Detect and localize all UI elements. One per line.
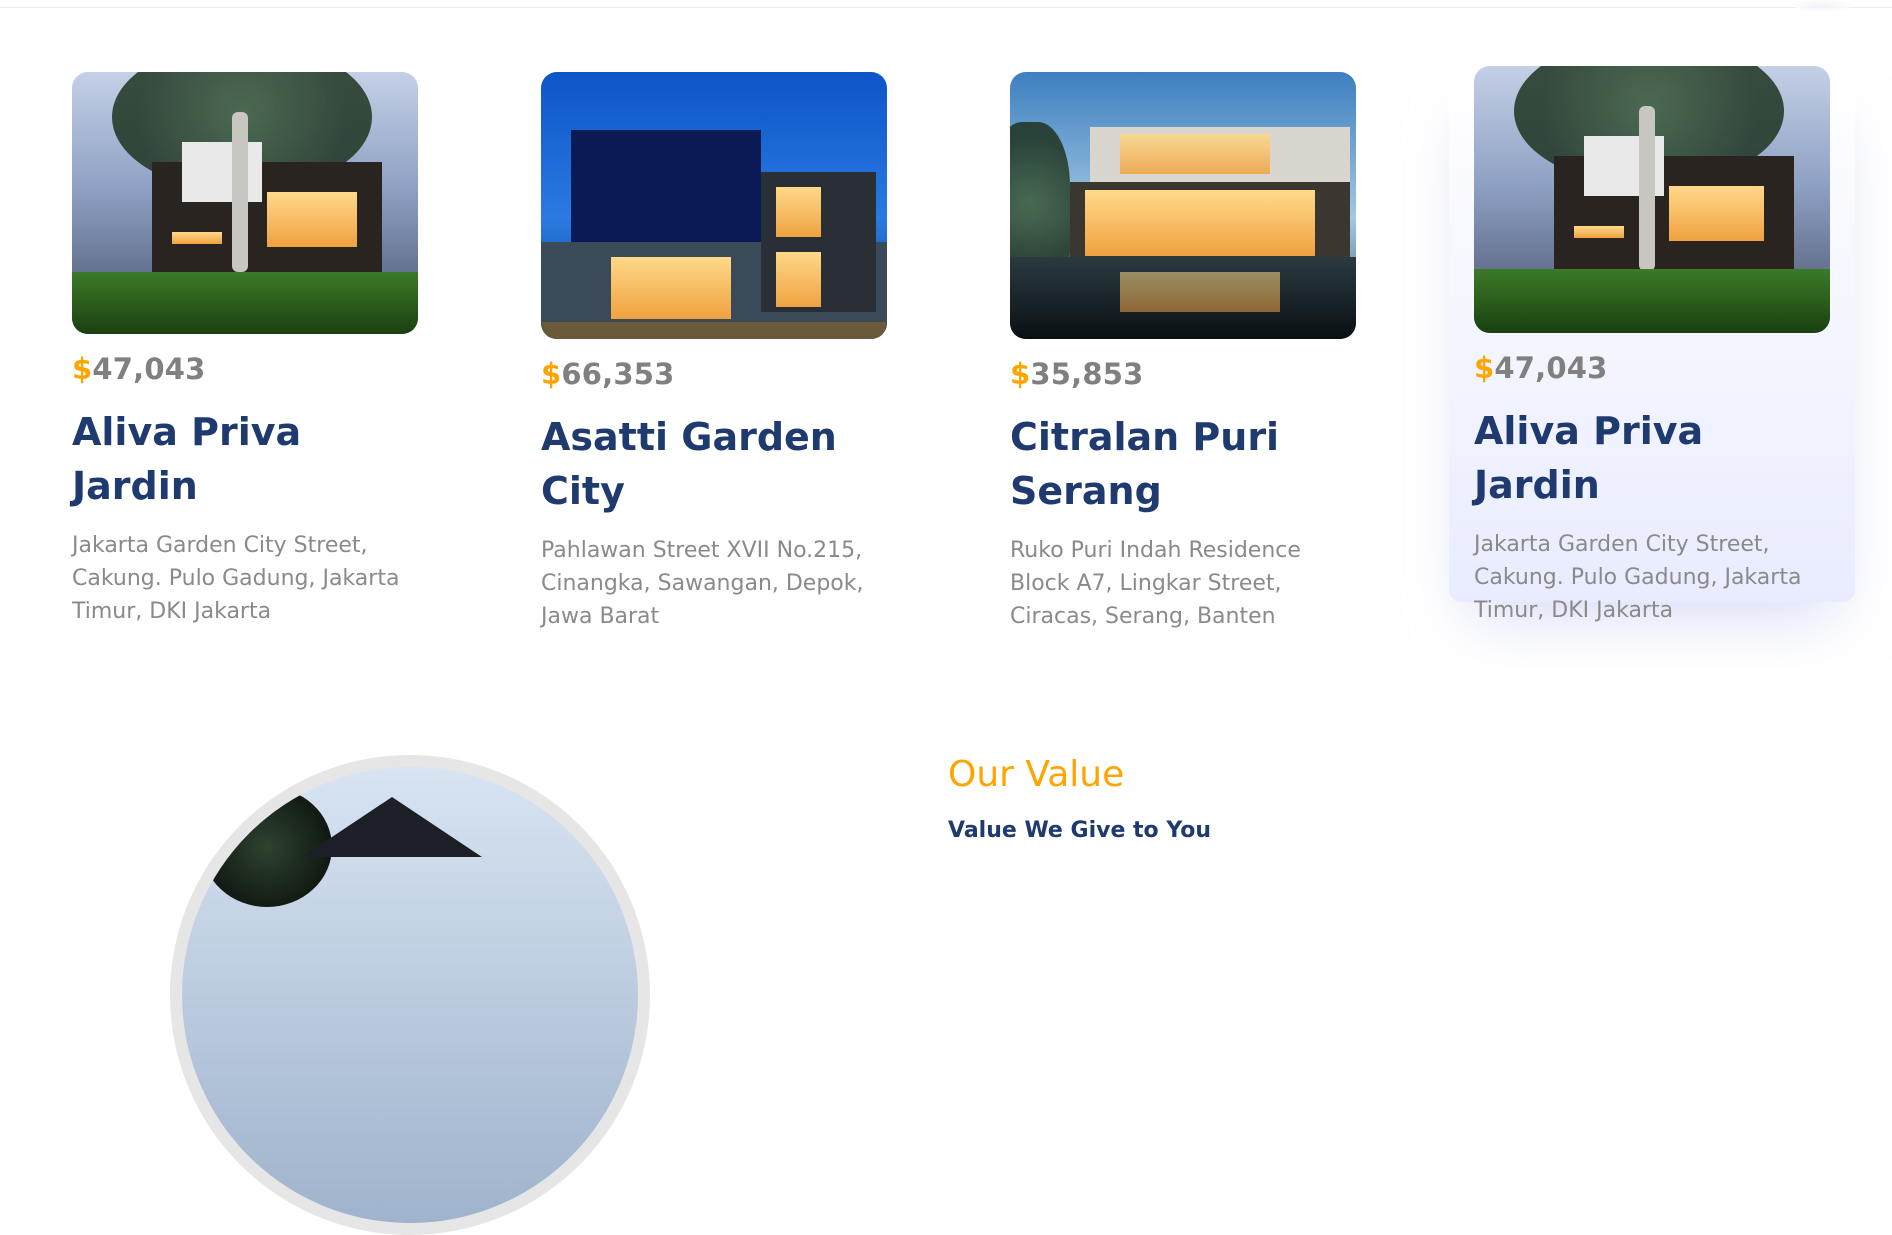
residence-card-highlighted[interactable]: $47,043 Aliva Priva Jardin Jakarta Garde… <box>1449 66 1855 623</box>
currency-symbol: $ <box>1474 351 1495 385</box>
residence-address: Ruko Puri Indah Residence Block A7, Ling… <box>1010 537 1301 629</box>
residence-card[interactable]: $66,353 Asatti Garden City Pahlawan Stre… <box>541 72 889 633</box>
residence-image <box>541 72 887 339</box>
residence-title[interactable]: Aliva Priva Jardin <box>1474 404 1830 512</box>
header-divider <box>0 7 1892 8</box>
residence-title[interactable]: Asatti Garden City <box>541 410 889 518</box>
price-value: 35,853 <box>1030 357 1144 391</box>
residence-title[interactable]: Aliva Priva Jardin <box>72 405 420 513</box>
currency-symbol: $ <box>1010 357 1031 391</box>
section-heading: Our Value <box>948 754 1125 795</box>
price: $66,353 <box>541 357 889 392</box>
value-image-frame <box>170 755 650 1235</box>
residence-card[interactable]: $47,043 Aliva Priva Jardin Jakarta Garde… <box>72 72 420 628</box>
price: $47,043 <box>1474 351 1830 386</box>
price-value: 47,043 <box>92 352 206 386</box>
price: $35,853 <box>1010 357 1358 392</box>
price: $47,043 <box>72 352 420 387</box>
residence-image <box>1474 66 1830 333</box>
residence-card[interactable]: $35,853 Citralan Puri Serang Ruko Puri I… <box>1010 72 1358 633</box>
residence-image <box>72 72 418 334</box>
residence-address: Pahlawan Street XVII No.215, Cinangka, S… <box>541 537 864 629</box>
residence-title[interactable]: Citralan Puri Serang <box>1010 410 1358 518</box>
residence-address: Jakarta Garden City Street, Cakung. Pulo… <box>1474 531 1802 623</box>
decorative-blob <box>1792 0 1852 12</box>
currency-symbol: $ <box>541 357 562 391</box>
residence-image <box>1010 72 1356 339</box>
price-value: 66,353 <box>561 357 675 391</box>
price-value: 47,043 <box>1494 351 1608 385</box>
residence-address: Jakarta Garden City Street, Cakung. Pulo… <box>72 532 400 624</box>
section-subheading: Value We Give to You <box>948 818 1212 843</box>
currency-symbol: $ <box>72 352 93 386</box>
